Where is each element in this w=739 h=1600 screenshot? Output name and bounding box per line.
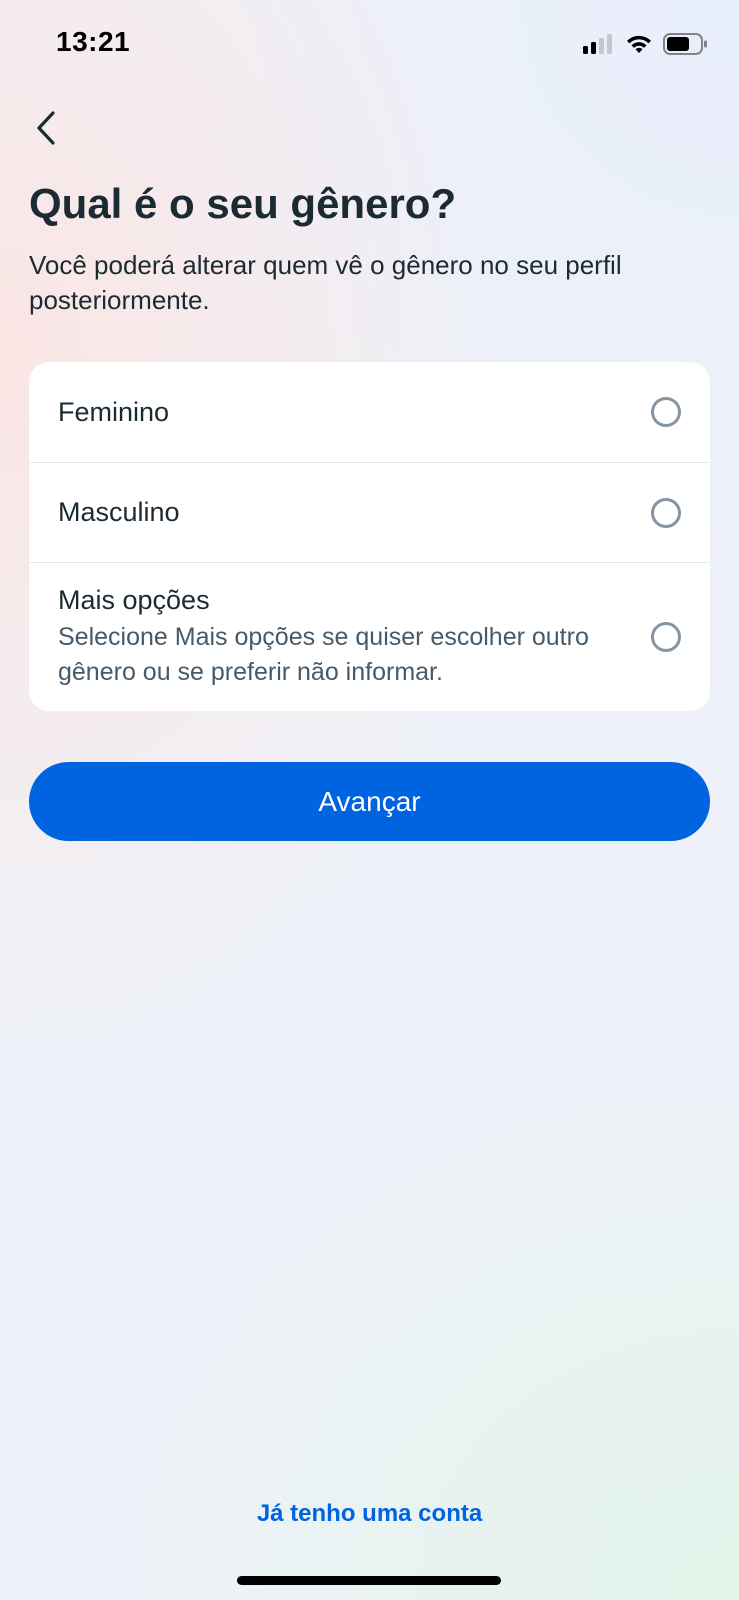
status-bar: 13:21 — [0, 0, 739, 90]
wifi-icon — [625, 33, 653, 60]
option-masculino[interactable]: Masculino — [29, 462, 710, 562]
option-mais-opcoes[interactable]: Mais opções Selecione Mais opções se qui… — [29, 562, 710, 711]
option-label: Mais opções — [58, 584, 210, 615]
option-description: Selecione Mais opções se quiser escolher… — [58, 622, 589, 686]
gender-options-card: Feminino Masculino Mais opções Selecione… — [29, 362, 710, 711]
cellular-signal-icon — [583, 33, 615, 60]
next-button[interactable]: Avançar — [29, 762, 710, 841]
login-link[interactable]: Já tenho uma conta — [0, 1500, 739, 1528]
back-button[interactable] — [26, 108, 66, 152]
status-time: 13:21 — [56, 26, 131, 57]
radio-masculino[interactable] — [651, 497, 681, 528]
option-label: Feminino — [58, 396, 170, 427]
chevron-left-icon — [35, 110, 57, 150]
radio-feminino[interactable] — [651, 397, 681, 427]
option-label: Masculino — [58, 497, 180, 527]
page-subtitle: Você poderá alterar quem vê o gênero no … — [29, 250, 622, 315]
page-title: Qual é o seu gênero? — [29, 180, 457, 227]
status-icons — [583, 32, 709, 61]
option-feminino[interactable]: Feminino — [29, 362, 710, 462]
radio-mais-opcoes[interactable] — [651, 622, 681, 652]
battery-icon — [663, 32, 709, 61]
home-indicator — [237, 1576, 501, 1585]
